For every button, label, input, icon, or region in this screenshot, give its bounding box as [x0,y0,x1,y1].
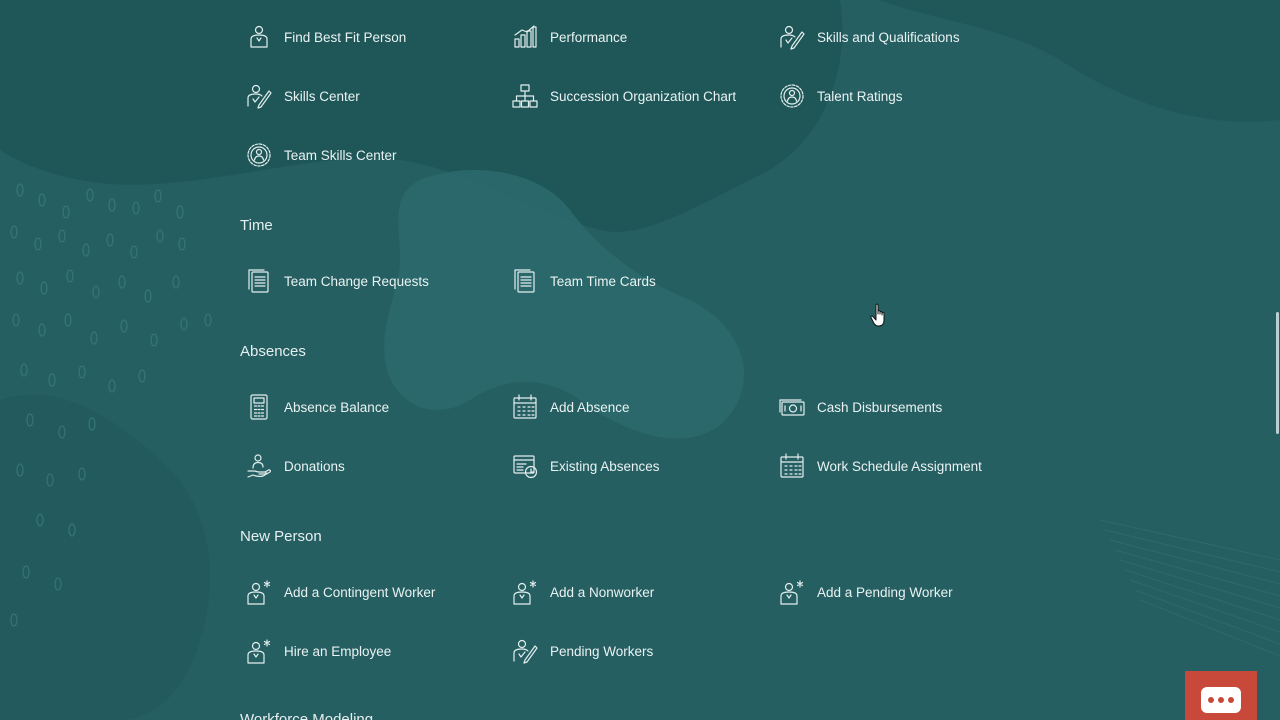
gear-person-icon [779,83,805,109]
talent-ratings-link[interactable]: Talent Ratings [779,81,903,111]
section-title-new-person: New Person [240,528,322,545]
calendar-clock-icon [512,453,538,479]
bar-chart-icon [512,24,538,50]
team-skills-center-link[interactable]: Team Skills Center [246,140,397,170]
team-change-requests-link[interactable]: Team Change Requests [246,266,429,296]
find-best-fit-person-link[interactable]: Find Best Fit Person [246,22,406,52]
cash-disbursements-link[interactable]: Cash Disbursements [779,392,942,422]
section-title-workforce-modeling: Workforce Modeling [240,711,374,720]
hire-an-employee-link[interactable]: Hire an Employee [246,636,391,666]
document-icon [246,268,272,294]
navigator-content: Find Best Fit Person Performance Skills … [0,0,1280,720]
item-label: Absence Balance [284,399,390,415]
add-nonworker-link[interactable]: Add a Nonworker [512,577,654,607]
absence-balance-link[interactable]: Absence Balance [246,392,389,422]
chat-bubble-icon [1201,687,1241,713]
donations-link[interactable]: Donations [246,451,345,481]
calculator-icon [246,394,272,420]
item-label: Add a Pending Worker [817,584,953,600]
item-label: Team Time Cards [550,273,656,289]
person-badge-icon [246,24,272,50]
item-label: Add Absence [550,399,630,415]
item-label: Existing Absences [550,458,660,474]
item-label: Talent Ratings [817,88,903,104]
team-time-cards-link[interactable]: Team Time Cards [512,266,656,296]
item-label: Donations [284,458,345,474]
item-label: Pending Workers [550,643,654,659]
item-label: Hire an Employee [284,643,392,659]
item-label: Skills Center [284,88,360,104]
item-label: Team Skills Center [284,147,397,163]
section-title-time: Time [240,217,273,234]
calendar-icon [779,453,805,479]
item-label: Find Best Fit Person [284,29,407,45]
performance-link[interactable]: Performance [512,22,627,52]
gear-person-icon [246,142,272,168]
item-label: Add a Contingent Worker [284,584,436,600]
scrollbar-thumb[interactable] [1276,312,1279,434]
skills-pencil-icon [779,24,805,50]
donation-hand-icon [246,453,272,479]
skills-and-qualifications-link[interactable]: Skills and Qualifications [779,22,960,52]
succession-organization-chart-link[interactable]: Succession Organization Chart [512,81,736,111]
add-person-icon [512,579,538,605]
item-label: Skills and Qualifications [817,29,960,45]
existing-absences-link[interactable]: Existing Absences [512,451,660,481]
org-chart-icon [512,83,538,109]
pending-workers-link[interactable]: Pending Workers [512,636,653,666]
cash-icon [779,394,805,420]
hand-pointer-icon [870,303,885,327]
add-contingent-worker-link[interactable]: Add a Contingent Worker [246,577,435,607]
skills-pencil-icon [512,638,538,664]
add-person-icon [246,638,272,664]
add-person-icon [779,579,805,605]
calendar-icon [512,394,538,420]
section-title-absences: Absences [240,343,306,360]
item-label: Cash Disbursements [817,399,943,415]
chat-button[interactable] [1185,671,1257,720]
item-label: Add a Nonworker [550,584,655,600]
item-label: Succession Organization Chart [550,88,737,104]
page-scrollbar[interactable] [1274,0,1280,720]
item-label: Performance [550,29,628,45]
item-label: Team Change Requests [284,273,429,289]
document-icon [512,268,538,294]
skills-pencil-icon [246,83,272,109]
add-person-icon [246,579,272,605]
add-absence-link[interactable]: Add Absence [512,392,630,422]
work-schedule-assignment-link[interactable]: Work Schedule Assignment [779,451,982,481]
item-label: Work Schedule Assignment [817,458,982,474]
skills-center-link[interactable]: Skills Center [246,81,360,111]
add-pending-worker-link[interactable]: Add a Pending Worker [779,577,953,607]
